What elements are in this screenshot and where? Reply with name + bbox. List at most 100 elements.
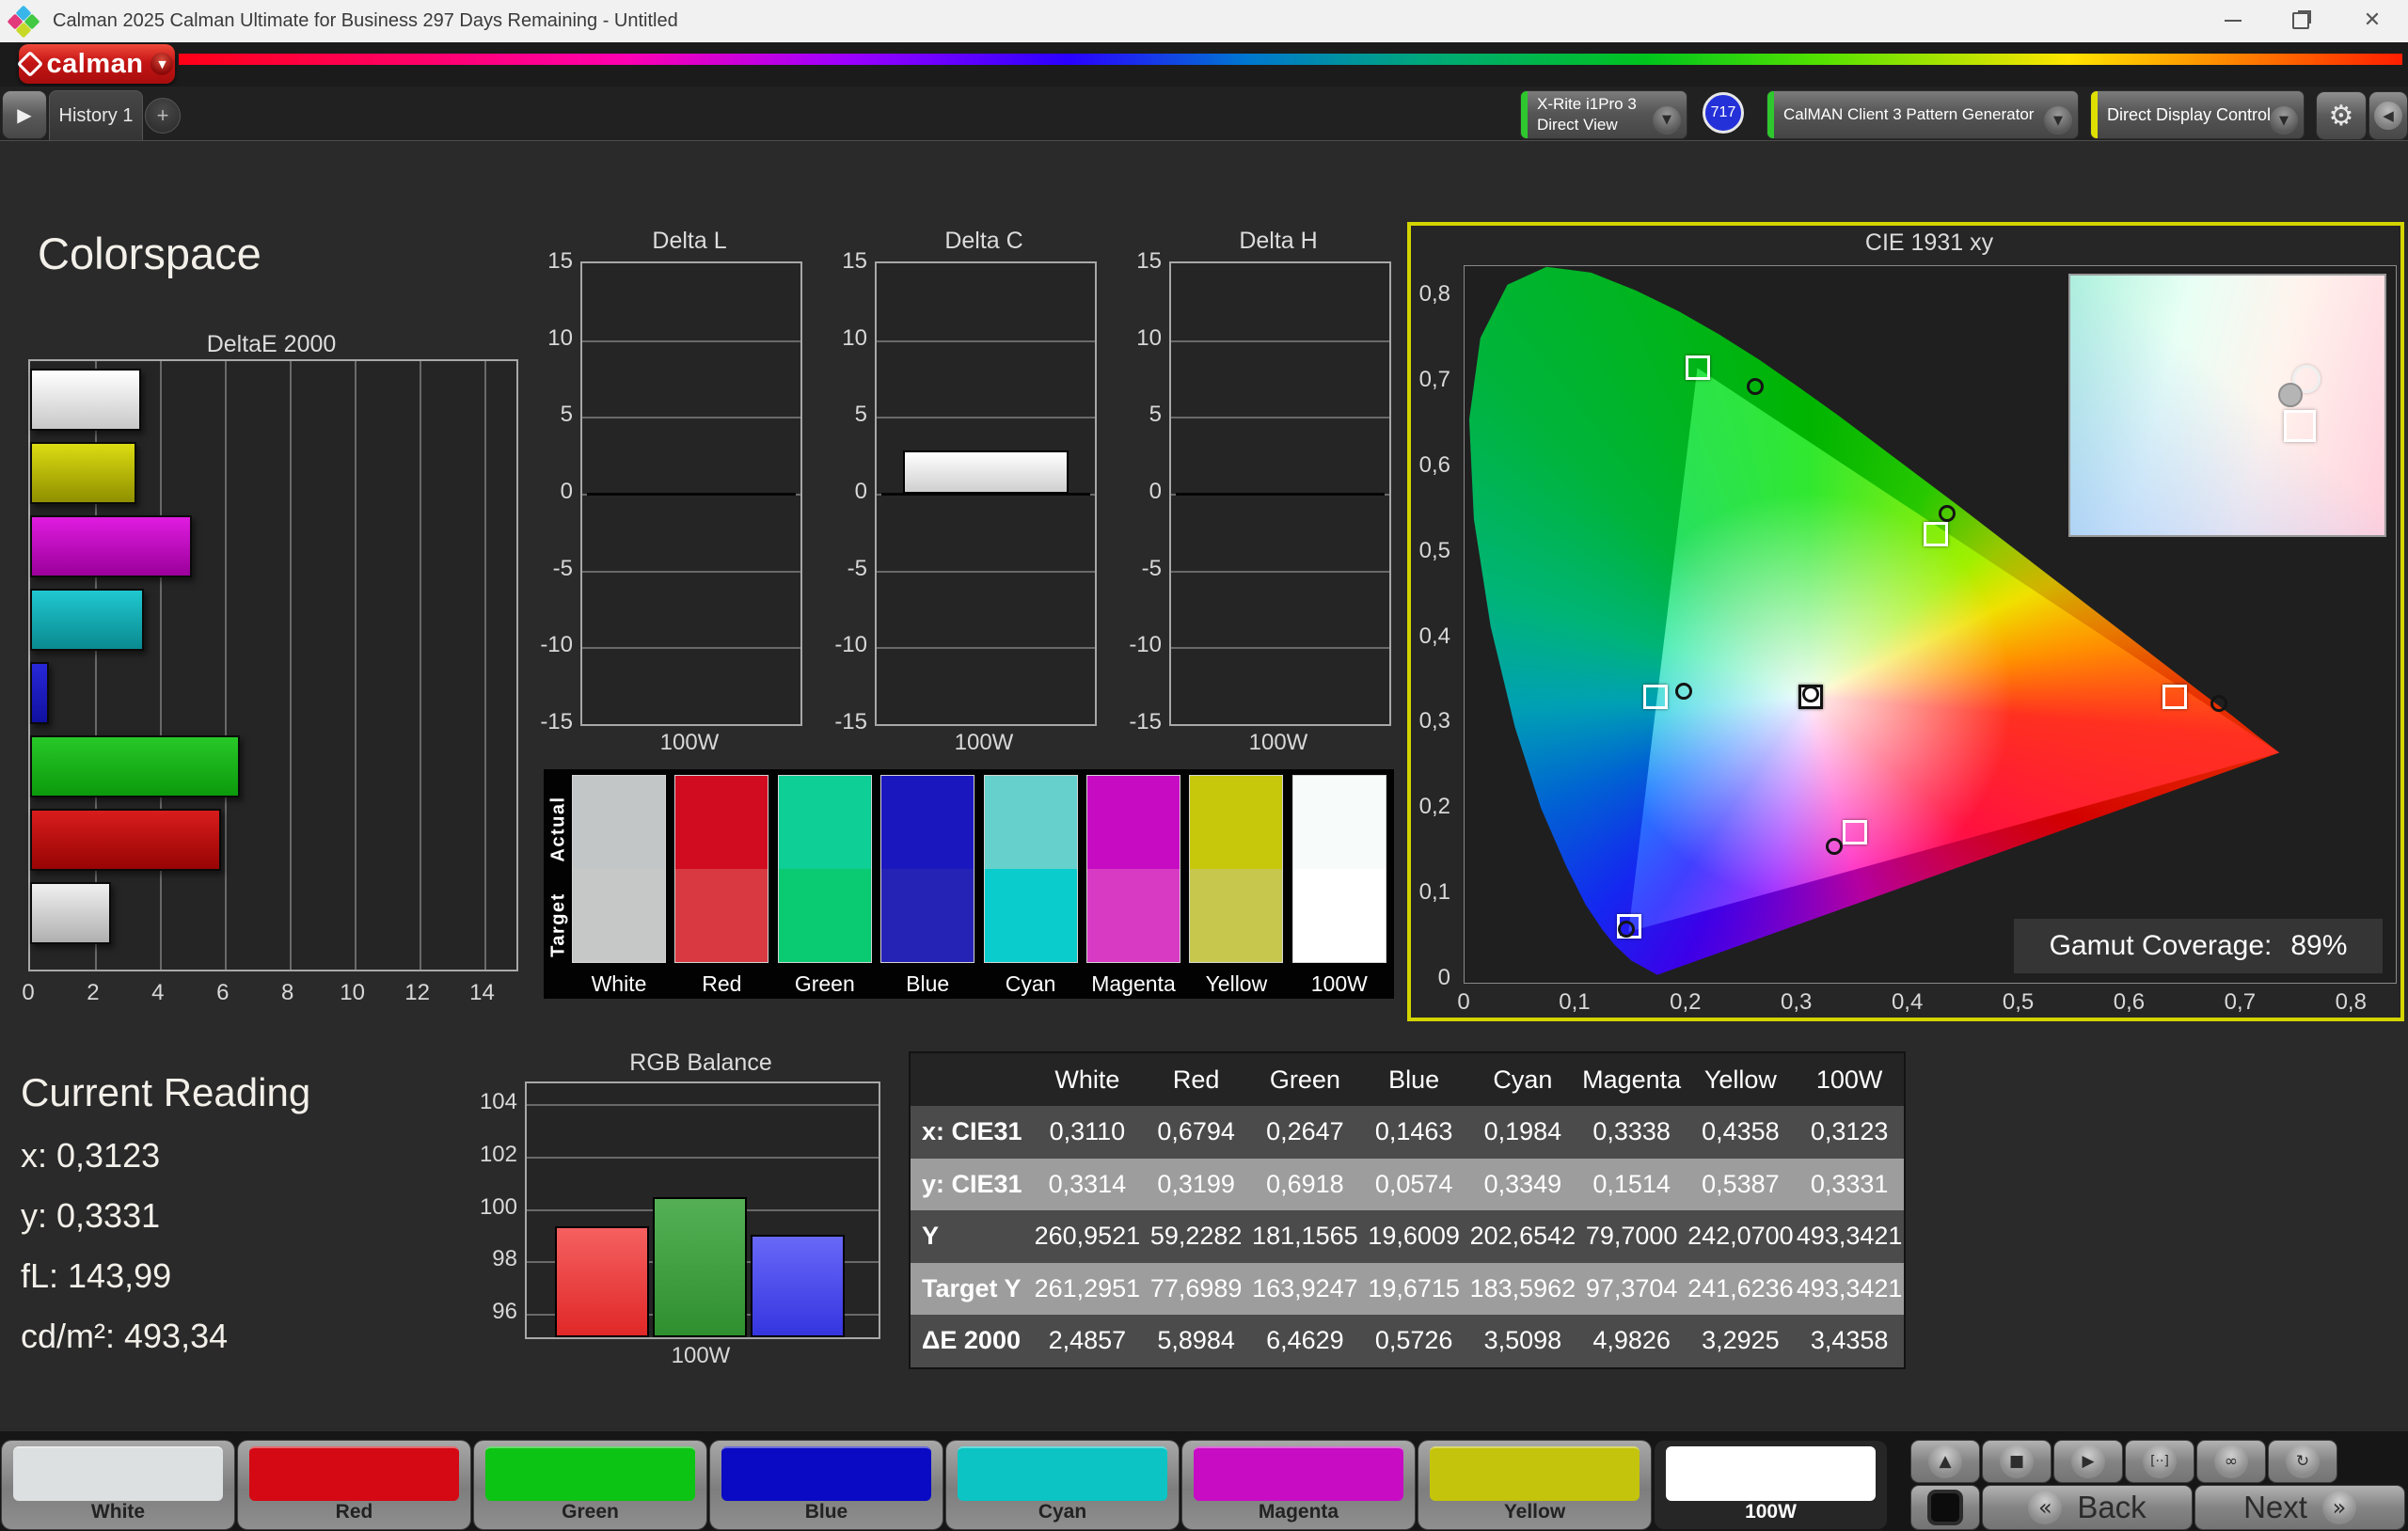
table-cell: 5,8984: [1157, 1326, 1235, 1355]
table-cell: 163,9247: [1252, 1273, 1358, 1302]
display-control-dropdown[interactable]: Direct Display Control ▼: [2090, 90, 2305, 139]
target-swatch: [881, 869, 974, 962]
pattern-generator-dropdown[interactable]: CalMAN Client 3 Pattern Generator ▼: [1766, 90, 2079, 139]
swatch-label: 100W: [1310, 971, 1368, 996]
actual-swatch: [1087, 776, 1180, 869]
rgb-balance-x-label: 100W: [671, 1343, 731, 1368]
table-cell: 0,3314: [1048, 1169, 1127, 1198]
axis-tick-label: 0,5: [1418, 537, 1450, 563]
cie-measured-marker: [1801, 685, 1819, 702]
table-cell: 0,5726: [1374, 1326, 1453, 1355]
delta-l-y-axis: 15 10 5 0 -5 -10 -15: [505, 248, 573, 734]
infinity-icon: ∞: [2214, 1444, 2248, 1478]
axis-tick-label: 10: [1136, 324, 1162, 351]
zero-line: [586, 493, 797, 496]
table-row-label: y: CIE31: [922, 1169, 1022, 1198]
pattern-button-green[interactable]: Green: [474, 1441, 706, 1529]
cie-measured-marker: [1746, 378, 1764, 396]
expand-up-button[interactable]: ▲: [1911, 1441, 1979, 1482]
tab-history-1[interactable]: History 1: [49, 90, 143, 140]
table-row: x: CIE31 0,3110 0,6794 0,2647 0,1463 0,1984 0,…: [911, 1106, 1904, 1159]
play-button[interactable]: ▶: [2054, 1441, 2122, 1482]
axis-tick-label: 0,7: [1418, 366, 1450, 392]
close-button[interactable]: ✕: [2352, 0, 2393, 40]
pattern-button-magenta[interactable]: Magenta: [1182, 1441, 1415, 1529]
target-swatch: [1292, 869, 1386, 962]
rgb-bar-green: [653, 1197, 747, 1337]
cie-x-axis: 0 0,1 0,2 0,3 0,4 0,5 0,6 0,7 0,8: [1457, 989, 2395, 1021]
minimize-button[interactable]: [2212, 0, 2254, 40]
table-cell: 0,1463: [1374, 1117, 1453, 1146]
rgb-balance-chart: [525, 1081, 880, 1339]
actual-swatch: [984, 776, 1077, 869]
calman-logo-text: calman: [46, 48, 144, 79]
axis-tick-label: 0,2: [1670, 989, 1702, 1015]
gridline: [1171, 647, 1389, 650]
delta-c-title: Delta C: [944, 228, 1023, 254]
meter-dropdown-label: X-Rite i1Pro 3 Direct View: [1537, 94, 1637, 134]
table-cell: 79,7000: [1585, 1222, 1678, 1251]
gridline: [483, 361, 486, 970]
axis-tick-label: 0,3: [1418, 708, 1450, 734]
table-row-label: Target Y: [922, 1273, 1022, 1302]
calman-logo-icon: [16, 50, 43, 78]
settings-button[interactable]: ⚙: [2316, 91, 2367, 140]
axis-tick-label: -15: [834, 709, 867, 734]
add-tab-button[interactable]: +: [145, 98, 181, 134]
maximize-button[interactable]: [2280, 0, 2321, 40]
swatch-label: Green: [794, 971, 855, 996]
back-button[interactable]: « Back: [1983, 1486, 2192, 1529]
pattern-button-100w[interactable]: 100W: [1655, 1441, 1887, 1529]
deltae-bar-yellow: [30, 442, 137, 504]
table-row-label: x: CIE31: [922, 1117, 1022, 1146]
table-cell: 493,3421: [1796, 1273, 1903, 1302]
axis-tick-label: 8: [281, 980, 294, 1005]
calman-menu-button[interactable]: calman ▼: [16, 44, 175, 84]
table-cell: 183,5962: [1469, 1273, 1576, 1302]
pattern-button-label: Blue: [804, 1501, 848, 1523]
table-column-header: Yellow: [1703, 1065, 1777, 1094]
pattern-button-yellow[interactable]: Yellow: [1418, 1441, 1651, 1529]
axis-tick-label: 10: [547, 324, 573, 351]
pattern-window-button[interactable]: [1911, 1486, 1979, 1529]
delta-c-y-axis: 15 10 5 0 -5 -10 -15: [800, 248, 867, 734]
titlebar: Calman 2025 Calman Ultimate for Business…: [0, 0, 2408, 42]
bottom-bar: White Red Green Blue Cyan Magenta Yellow 100W ▲…: [0, 1431, 2408, 1531]
pattern-button-cyan[interactable]: Cyan: [946, 1441, 1179, 1529]
gridline: [527, 1104, 879, 1107]
table-cell: 2,4857: [1048, 1326, 1127, 1355]
table-cell: 0,3349: [1483, 1169, 1562, 1198]
pattern-button-white[interactable]: White: [2, 1441, 234, 1529]
table-cell: 242,0700: [1687, 1222, 1794, 1251]
pattern-button-red[interactable]: Red: [238, 1441, 470, 1529]
refresh-button[interactable]: ↻: [2269, 1441, 2337, 1482]
meter-dropdown[interactable]: X-Rite i1Pro 3 Direct View ▼: [1520, 90, 1687, 139]
inset-measured-dot: [2277, 382, 2303, 407]
axis-tick-label: -5: [847, 555, 867, 581]
pattern-button-blue[interactable]: Blue: [710, 1441, 943, 1529]
chevron-double-left-icon: «: [2028, 1491, 2063, 1524]
step-series-button[interactable]: [··]: [2126, 1441, 2194, 1482]
triangle-up-icon: ▲: [1928, 1444, 1962, 1478]
table-column-header: Magenta: [1582, 1065, 1682, 1094]
cie-measured-marker: [1938, 504, 1956, 522]
page-title: Colorspace: [38, 229, 261, 278]
delta-c-x-label: 100W: [954, 730, 1014, 755]
pattern-swatch: [958, 1446, 1167, 1501]
axis-tick-label: 0,4: [1418, 623, 1450, 649]
pattern-button-label: Yellow: [1503, 1501, 1566, 1523]
collapse-panel-button[interactable]: ◀: [2368, 91, 2408, 140]
chevron-down-icon: ▼: [2270, 106, 2298, 134]
next-button[interactable]: Next »: [2195, 1486, 2404, 1529]
stop-button[interactable]: ■: [1983, 1441, 2051, 1482]
table-cell: 3,5098: [1483, 1326, 1562, 1355]
axis-tick-label: 0: [1437, 965, 1450, 991]
swatch-column-green: Green: [777, 775, 872, 997]
continuous-measure-button[interactable]: ∞: [2197, 1441, 2265, 1482]
tab-scroll-button[interactable]: ▶: [2, 90, 47, 139]
axis-tick-label: 5: [1149, 402, 1162, 428]
target-swatch: [984, 869, 1077, 962]
axis-tick-label: -15: [540, 709, 573, 734]
color-swatch: [1291, 775, 1386, 963]
axis-tick-label: 100: [479, 1193, 517, 1220]
